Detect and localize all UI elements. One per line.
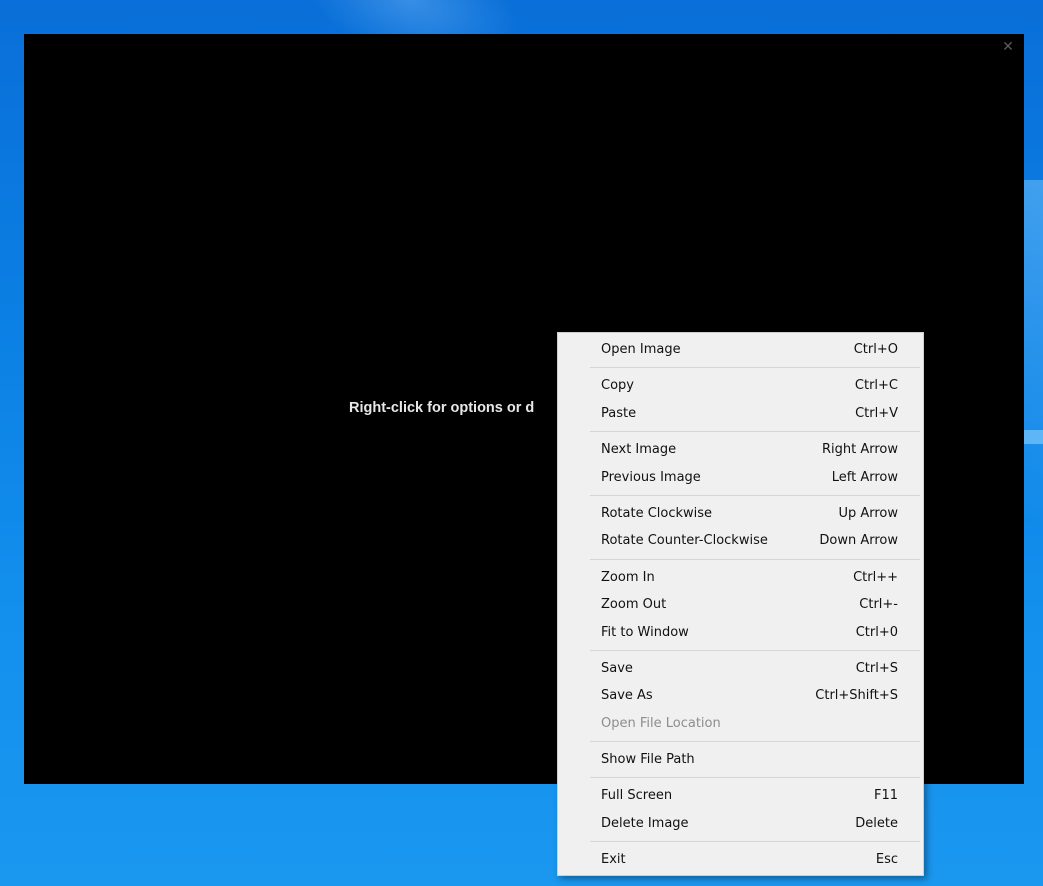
menu-item-shortcut: Delete: [855, 815, 898, 831]
menu-item-shortcut: Ctrl+O: [853, 342, 898, 357]
menu-item-label: Full Screen: [601, 788, 673, 804]
menu-item-rotate-clockwise[interactable]: Rotate Clockwise Up Arrow: [558, 500, 923, 527]
menu-separator: [590, 431, 920, 433]
menu-item-label: Rotate Counter-Clockwise: [601, 533, 768, 549]
desktop-background: ✕ Right-click for options or d Open Imag…: [0, 0, 1043, 886]
menu-item-fit-to-window[interactable]: Fit to Window Ctrl+0: [558, 619, 923, 646]
menu-item-zoom-in[interactable]: Zoom In Ctrl++: [558, 564, 923, 591]
menu-separator: [590, 741, 920, 743]
menu-item-label: Open File Location: [601, 715, 721, 731]
menu-item-delete-image[interactable]: Delete Image Delete: [558, 810, 923, 837]
menu-item-previous-image[interactable]: Previous Image Left Arrow: [558, 464, 923, 491]
menu-item-shortcut: F11: [873, 788, 898, 804]
menu-item-exit[interactable]: Exit Esc: [558, 846, 923, 873]
menu-item-label: Rotate Clockwise: [601, 505, 713, 521]
menu-item-show-file-path[interactable]: Show File Path: [558, 746, 923, 773]
context-menu: Open Image Ctrl+O Copy Ctrl+C Paste Ctrl+V Nex…: [557, 332, 924, 876]
menu-separator: [590, 367, 920, 369]
menu-item-shortcut: Right Arrow: [821, 442, 898, 458]
menu-item-label: Exit: [601, 852, 626, 868]
menu-item-label: Fit to Window: [601, 624, 689, 640]
menu-item-shortcut: Ctrl+V: [855, 405, 898, 421]
menu-item-zoom-out[interactable]: Zoom Out Ctrl+-: [558, 591, 923, 618]
menu-item-save-as[interactable]: Save As Ctrl+Shift+S: [558, 682, 923, 709]
menu-item-copy[interactable]: Copy Ctrl+C: [558, 372, 923, 399]
menu-item-label: Show File Path: [601, 752, 695, 768]
menu-item-shortcut: Ctrl++: [853, 569, 898, 585]
menu-separator: [590, 841, 920, 843]
menu-item-label: Delete Image: [601, 815, 689, 831]
menu-item-save[interactable]: Save Ctrl+S: [558, 655, 923, 682]
menu-item-label: Zoom Out: [601, 597, 667, 613]
menu-separator: [590, 649, 920, 651]
menu-item-shortcut: Down Arrow: [819, 533, 898, 549]
menu-item-shortcut: Ctrl+0: [855, 624, 898, 640]
menu-item-label: Next Image: [601, 442, 677, 458]
menu-item-label: Save As: [601, 688, 653, 704]
menu-item-label: Zoom In: [601, 569, 655, 585]
menu-item-label: Save: [601, 660, 633, 676]
menu-item-shortcut: Up Arrow: [838, 505, 898, 521]
menu-item-shortcut: Ctrl+C: [854, 378, 898, 394]
menu-item-label: Previous Image: [601, 469, 701, 485]
menu-item-shortcut: Left Arrow: [831, 469, 898, 485]
menu-item-label: Paste: [601, 405, 637, 421]
menu-item-full-screen[interactable]: Full Screen F11: [558, 782, 923, 809]
menu-item-rotate-counter-clockwise[interactable]: Rotate Counter-Clockwise Down Arrow: [558, 527, 923, 554]
menu-item-open-image[interactable]: Open Image Ctrl+O: [558, 336, 923, 363]
menu-item-shortcut: Ctrl+Shift+S: [815, 688, 898, 704]
menu-item-label: Open Image: [601, 342, 681, 357]
menu-item-label: Copy: [601, 378, 634, 394]
menu-item-next-image[interactable]: Next Image Right Arrow: [558, 436, 923, 463]
close-icon[interactable]: ✕: [998, 38, 1018, 56]
menu-separator: [590, 494, 920, 496]
empty-viewer-hint: Right-click for options or d: [349, 400, 535, 416]
menu-item-shortcut: Ctrl+-: [859, 597, 898, 613]
menu-separator: [590, 558, 920, 560]
menu-separator: [590, 777, 920, 779]
menu-item-shortcut: Ctrl+S: [855, 660, 898, 676]
menu-item-open-file-location: Open File Location: [558, 710, 923, 737]
menu-item-paste[interactable]: Paste Ctrl+V: [558, 400, 923, 427]
menu-item-shortcut: Esc: [875, 852, 898, 868]
